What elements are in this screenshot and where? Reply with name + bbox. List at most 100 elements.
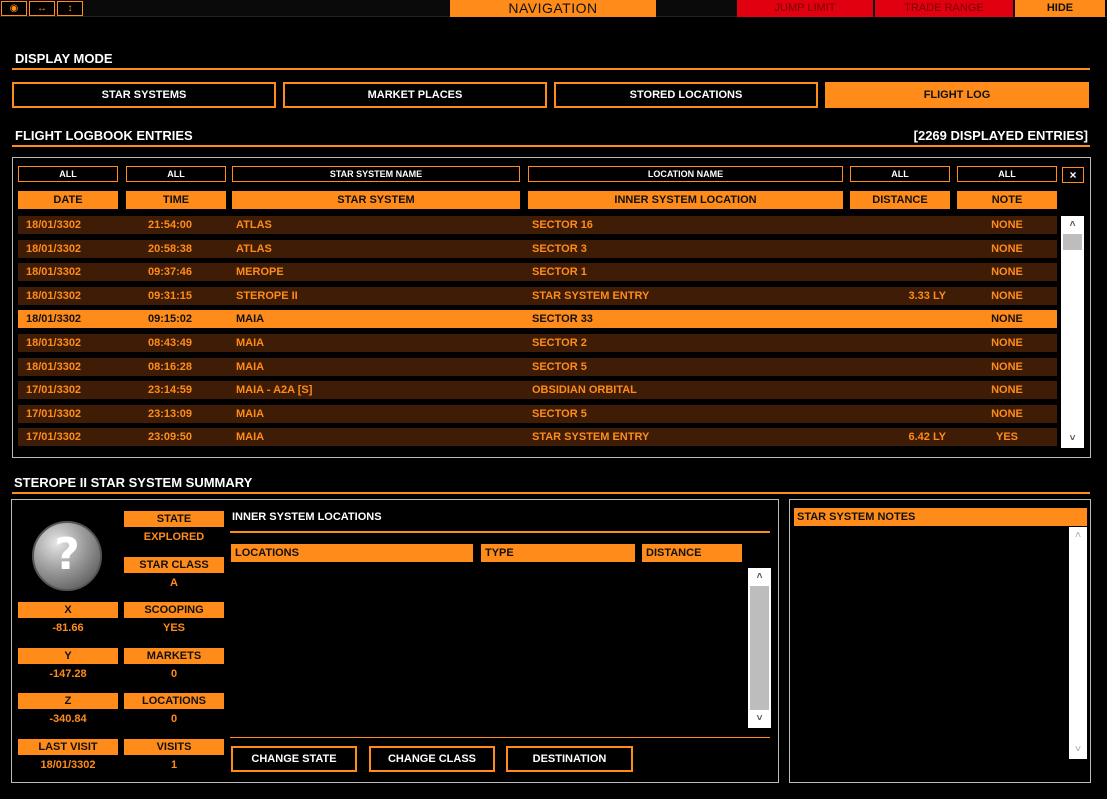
cell-time: 23:13:09 [148, 407, 193, 420]
scroll-down-icon[interactable]: ˅ [748, 713, 771, 725]
table-row[interactable]: 17/01/3302 23:09:50 MAIA STAR SYSTEM ENTRY 6… [18, 428, 1057, 447]
column-time[interactable]: TIME [126, 191, 226, 209]
cell-time: 21:54:00 [148, 219, 193, 231]
cell-date: 18/01/3302 [26, 266, 82, 279]
horizontal-arrows-icon[interactable]: ↔ [29, 1, 55, 16]
cell-date: 18/01/3302 [26, 219, 82, 231]
scroll-down-icon[interactable]: ˅ [1061, 433, 1084, 445]
table-row[interactable]: 18/01/3302 09:15:02 MAIA SECTOR 33 NONE [18, 310, 1057, 329]
cell-date: 17/01/3302 [26, 384, 82, 397]
table-row[interactable]: 18/01/3302 20:58:38 ATLAS SECTOR 3 NONE [18, 239, 1057, 258]
date-filter[interactable]: ALL [18, 166, 118, 182]
scrollbar-thumb[interactable] [1063, 234, 1082, 250]
vertical-arrows-icon[interactable]: ↕ [57, 1, 83, 16]
summary-title: STEROPE II STAR SYSTEM SUMMARY [14, 475, 253, 490]
mode-stored-locations-button[interactable]: STORED LOCATIONS [554, 82, 818, 108]
location-name-filter[interactable]: LOCATION NAME [528, 166, 843, 182]
cell-system: ATLAS [236, 242, 272, 255]
table-row[interactable]: 18/01/3302 09:37:46 MEROPE SECTOR 1 NONE [18, 263, 1057, 282]
table-row[interactable]: 18/01/3302 08:43:49 MAIA SECTOR 2 NONE [18, 334, 1057, 352]
mode-flight-log-button[interactable]: FLIGHT LOG [825, 82, 1089, 108]
stat-value-scooping: YES [162, 622, 185, 634]
scrollbar-thumb[interactable] [750, 586, 769, 710]
cell-system: MAIA [236, 360, 265, 373]
column-inner-system-location[interactable]: INNER SYSTEM LOCATION [528, 191, 843, 209]
table-row[interactable]: 18/01/3302 08:16:28 MAIA SECTOR 5 NONE [18, 357, 1057, 376]
change-class-button[interactable]: CHANGE CLASS [369, 746, 495, 772]
stat-value-y: -147.28 [49, 668, 87, 680]
clear-filters-icon[interactable]: × [1062, 167, 1084, 183]
logbook-title: FLIGHT LOGBOOK ENTRIES [15, 128, 193, 143]
stat-value-x: -81.66 [52, 622, 84, 634]
table-row[interactable]: 18/01/3302 09:31:15 STEROPE II STAR SYSTEM … [18, 286, 1057, 305]
inner-column-distance[interactable]: DISTANCE [642, 544, 742, 562]
cell-note: NONE [991, 407, 1023, 420]
table-row[interactable]: 17/01/3302 23:14:59 MAIA - A2A [S] OBSIDIAN… [18, 381, 1057, 400]
column-date[interactable]: DATE [18, 191, 118, 209]
table-row[interactable]: 17/01/3302 23:13:09 MAIA SECTOR 5 NONE [18, 404, 1057, 423]
distance-filter[interactable]: ALL [850, 166, 950, 182]
divider [230, 531, 770, 533]
cell-date: 18/01/3302 [26, 289, 82, 302]
column-star-system[interactable]: STAR SYSTEM [232, 191, 520, 209]
eye-icon[interactable]: ◉ [1, 1, 27, 16]
scroll-down-icon[interactable]: ˅ [1069, 744, 1087, 756]
mode-market-places-button[interactable]: MARKET PLACES [283, 82, 547, 108]
unknown-star-icon: ? [32, 521, 102, 591]
stat-label-z: Z [18, 693, 118, 709]
star-system-name-filter[interactable]: STAR SYSTEM NAME [232, 166, 520, 182]
stat-label-locations: LOCATIONS [124, 693, 224, 709]
logbook-scrollbar[interactable]: ˄ ˅ [1061, 216, 1084, 448]
cell-date: 17/01/3302 [26, 407, 82, 420]
divider [230, 737, 770, 738]
cell-location: SECTOR 33 [532, 313, 593, 326]
scroll-up-icon[interactable]: ˄ [1061, 219, 1084, 231]
note-filter[interactable]: ALL [957, 166, 1057, 182]
cell-time: 08:43:49 [148, 337, 193, 349]
stat-label-y: Y [18, 648, 118, 664]
cell-date: 17/01/3302 [26, 431, 82, 444]
scroll-up-icon[interactable]: ˄ [748, 571, 771, 583]
cell-time: 23:14:59 [148, 384, 193, 397]
cell-note: NONE [991, 360, 1023, 373]
stat-label-visits: VISITS [124, 739, 224, 755]
stat-label-x: X [18, 602, 118, 618]
notes-title: STAR SYSTEM NOTES [794, 508, 1087, 526]
cell-distance: 6.42 LY [908, 431, 946, 444]
cell-note: NONE [991, 384, 1023, 397]
divider [12, 145, 1090, 147]
cell-system: MAIA - A2A [S] [236, 384, 313, 397]
column-distance[interactable]: DISTANCE [850, 191, 950, 209]
inner-column-locations[interactable]: LOCATIONS [231, 544, 473, 562]
inner-column-type[interactable]: TYPE [481, 544, 635, 562]
change-state-button[interactable]: CHANGE STATE [231, 746, 357, 772]
column-note[interactable]: NOTE [957, 191, 1057, 209]
table-row[interactable]: 18/01/3302 21:54:00 ATLAS SECTOR 16 NONE [18, 216, 1057, 234]
notes-textarea[interactable] [794, 527, 1068, 759]
cell-location: STAR SYSTEM ENTRY [532, 289, 650, 302]
stat-value-visits: 1 [170, 759, 178, 771]
stat-value-star-class: A [170, 577, 178, 589]
stat-label-markets: MARKETS [124, 648, 224, 664]
jump-limit-button[interactable]: JUMP LIMIT [737, 0, 873, 17]
mode-star-systems-button[interactable]: STAR SYSTEMS [12, 82, 276, 108]
cell-note: NONE [991, 289, 1023, 302]
scroll-up-icon[interactable]: ˄ [1069, 530, 1087, 542]
stat-value-state: EXPLORED [143, 531, 205, 543]
destination-button[interactable]: DESTINATION [506, 746, 633, 772]
cell-time: 09:31:15 [148, 289, 193, 302]
cell-note: NONE [991, 313, 1023, 326]
trade-range-button[interactable]: TRADE RANGE [875, 0, 1013, 17]
hide-button[interactable]: HIDE [1015, 0, 1105, 17]
notes-scrollbar[interactable]: ˄ ˅ [1069, 527, 1087, 759]
inner-locations-title: INNER SYSTEM LOCATIONS [232, 511, 382, 523]
cell-system: MAIA [236, 313, 265, 326]
inner-locations-scrollbar[interactable]: ˄ ˅ [748, 568, 771, 728]
stat-label-last-visit: LAST VISIT [18, 739, 118, 755]
cell-system: MAIA [236, 337, 265, 349]
entries-count: [2269 DISPLAYED ENTRIES] [913, 128, 1088, 143]
cell-location: SECTOR 2 [532, 337, 587, 349]
cell-location: SECTOR 3 [532, 242, 587, 255]
time-filter[interactable]: ALL [126, 166, 226, 182]
cell-date: 18/01/3302 [26, 337, 82, 349]
